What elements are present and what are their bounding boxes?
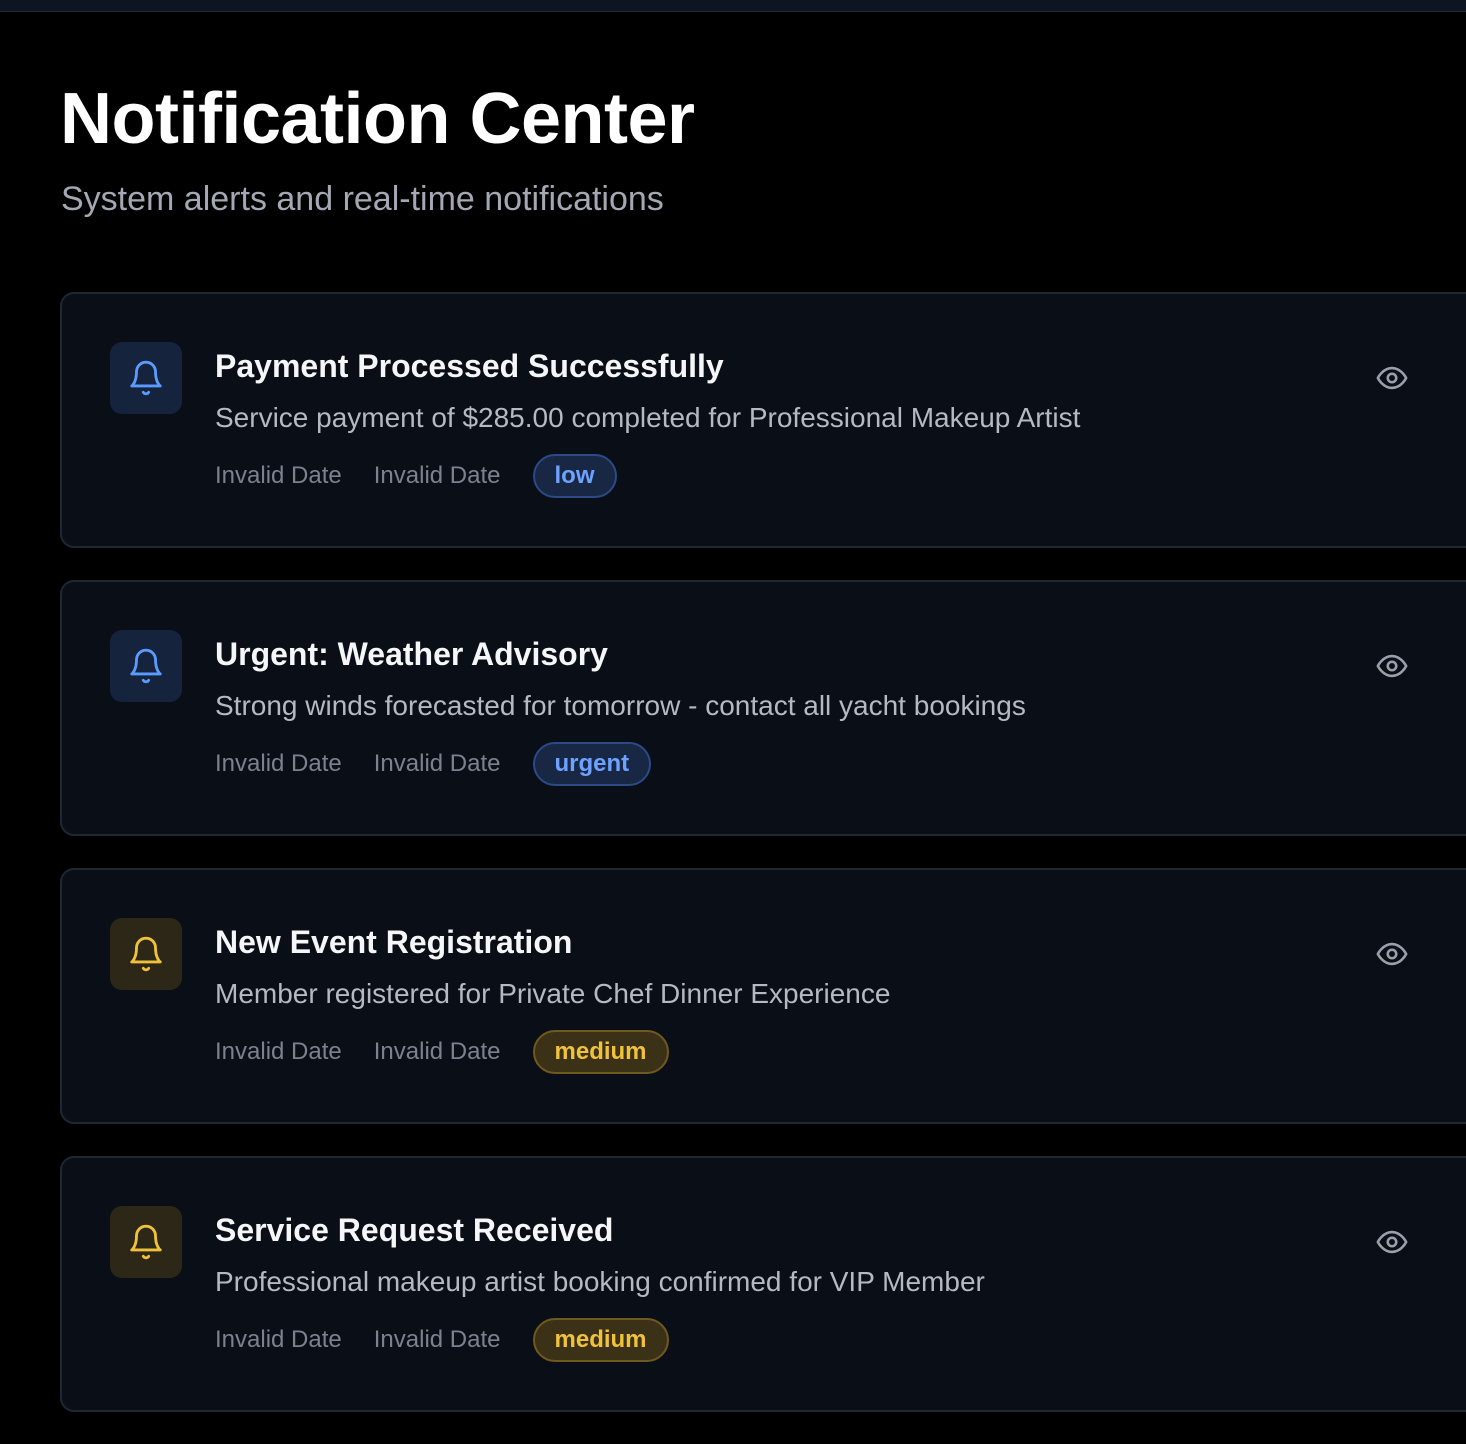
notification-title: Urgent: Weather Advisory <box>215 636 608 672</box>
notification-message: Professional makeup artist booking confi… <box>215 1266 985 1297</box>
notification-meta: Invalid Date Invalid Date urgent <box>215 742 652 786</box>
eye-icon <box>1376 366 1408 390</box>
mark-read-button[interactable] <box>1370 936 1414 972</box>
mark-read-button[interactable] <box>1370 1224 1414 1260</box>
priority-badge: low <box>532 454 617 498</box>
notification-card[interactable]: New Event Registration Member registered… <box>60 868 1466 1124</box>
notification-meta: Invalid Date Invalid Date medium <box>215 1030 669 1074</box>
bell-icon <box>110 342 182 414</box>
notification-card[interactable]: Payment Processed Successfully Service p… <box>60 292 1466 548</box>
notification-time: Invalid Date <box>373 1326 501 1353</box>
notification-message: Strong winds forecasted for tomorrow - c… <box>215 690 1026 721</box>
top-bar <box>0 0 1466 12</box>
page-title: Notification Center <box>60 79 695 159</box>
priority-badge: urgent <box>532 742 652 786</box>
bell-icon <box>110 630 182 702</box>
notification-date: Invalid Date <box>215 1326 342 1353</box>
mark-read-button[interactable] <box>1370 360 1414 396</box>
notification-time: Invalid Date <box>373 1038 501 1065</box>
notification-title: New Event Registration <box>215 924 573 960</box>
notification-date: Invalid Date <box>215 462 342 489</box>
notification-card[interactable]: Service Request Received Professional ma… <box>60 1156 1466 1412</box>
eye-icon <box>1376 654 1408 678</box>
notification-time: Invalid Date <box>373 750 501 777</box>
bell-icon <box>110 1206 182 1278</box>
notification-message: Service payment of $285.00 completed for… <box>215 402 1081 433</box>
notification-meta: Invalid Date Invalid Date low <box>215 454 617 498</box>
notification-meta: Invalid Date Invalid Date medium <box>215 1318 669 1362</box>
notification-title: Payment Processed Successfully <box>215 348 724 384</box>
mark-read-button[interactable] <box>1370 648 1414 684</box>
notification-list: Payment Processed Successfully Service p… <box>60 292 1466 1444</box>
eye-icon <box>1376 1230 1408 1254</box>
bell-icon <box>110 918 182 990</box>
notification-title: Service Request Received <box>215 1212 614 1248</box>
notification-date: Invalid Date <box>215 750 342 777</box>
notification-date: Invalid Date <box>215 1038 342 1065</box>
eye-icon <box>1376 942 1408 966</box>
priority-badge: medium <box>532 1030 669 1074</box>
page-subtitle: System alerts and real-time notification… <box>61 180 664 218</box>
notification-message: Member registered for Private Chef Dinne… <box>215 978 891 1009</box>
priority-badge: medium <box>532 1318 669 1362</box>
notification-time: Invalid Date <box>373 462 501 489</box>
notification-card[interactable]: Urgent: Weather Advisory Strong winds fo… <box>60 580 1466 836</box>
